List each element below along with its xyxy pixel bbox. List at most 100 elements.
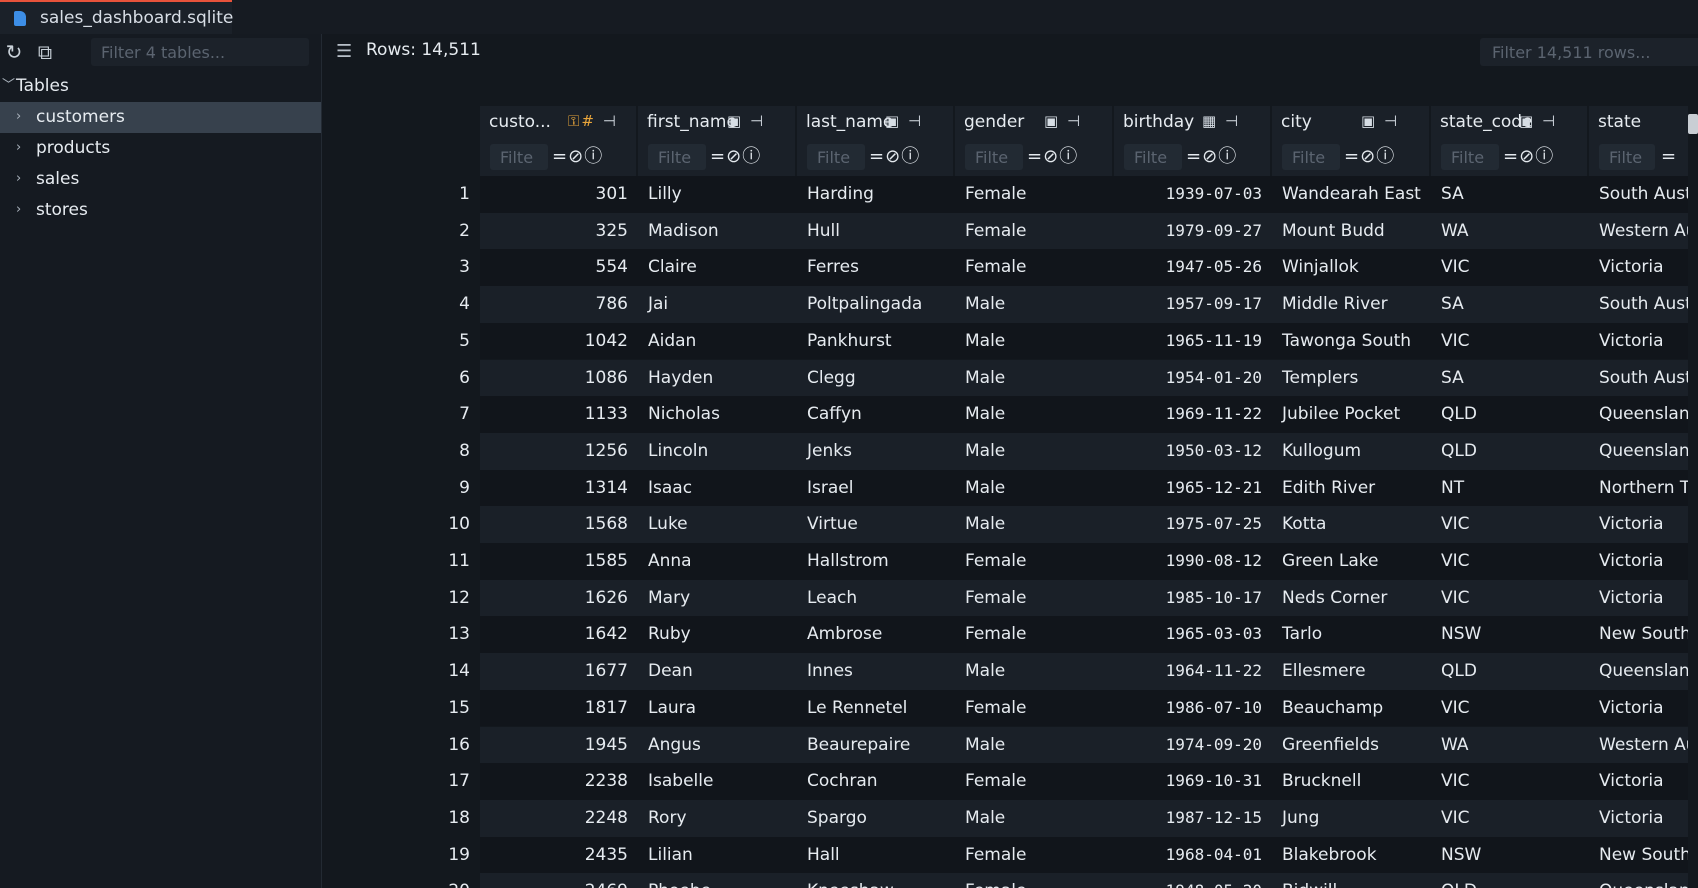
equals-filter-icon[interactable]: = <box>1027 146 1043 167</box>
cell-last_name[interactable]: Innes <box>797 653 955 690</box>
column-header-6[interactable]: state_code▣ ⊣=⊘ⓘ <box>1431 106 1589 176</box>
cell-state_code[interactable]: SA <box>1431 176 1589 213</box>
null-filter-icon[interactable]: ⊘ <box>726 146 742 167</box>
cell-custo[interactable]: 1042 <box>480 323 638 360</box>
cell-state_code[interactable]: QLD <box>1431 653 1589 690</box>
cell-gender[interactable]: Male <box>955 800 1114 837</box>
cell-state_code[interactable]: QLD <box>1431 396 1589 433</box>
table-row[interactable]: 16 1945 Angus Beaurepaire Male 1974-09-20 Gree… <box>322 726 1688 764</box>
cell-state_code[interactable]: VIC <box>1431 763 1589 800</box>
table-row[interactable]: 6 1086 Hayden Clegg Male 1954-01-20 Templers SA… <box>322 359 1688 397</box>
cell-state[interactable]: Queensland <box>1589 396 1688 433</box>
cell-city[interactable]: Wandearah East <box>1272 176 1431 213</box>
cell-custo[interactable]: 1626 <box>480 580 638 617</box>
table-row[interactable]: 17 2238 Isabelle Cochran Female 1969-10-31 Bru… <box>322 763 1688 800</box>
table-row[interactable]: 8 1256 Lincoln Jenks Male 1950-03-12 Kullogum Q… <box>322 432 1688 470</box>
cell-first_name[interactable]: Angus <box>638 727 797 764</box>
cell-city[interactable]: Blakebrook <box>1272 837 1431 874</box>
cell-state_code[interactable]: NT <box>1431 470 1589 507</box>
cell-state_code[interactable]: SA <box>1431 286 1589 323</box>
cell-birthday[interactable]: 1985-10-17 <box>1114 580 1272 617</box>
pin-icon[interactable]: ⊣ <box>1060 112 1082 130</box>
cell-state_code[interactable]: VIC <box>1431 690 1589 727</box>
equals-filter-icon[interactable]: = <box>1186 146 1202 167</box>
cell-gender[interactable]: Male <box>955 360 1114 397</box>
cell-state_code[interactable]: VIC <box>1431 580 1589 617</box>
cell-city[interactable]: Neds Corner <box>1272 580 1431 617</box>
cell-birthday[interactable]: 1986-07-10 <box>1114 690 1272 727</box>
cell-last_name[interactable]: Clegg <box>797 360 955 397</box>
column-header-4[interactable]: birthday ▦ ⊣ =⊘ⓘ <box>1114 106 1272 176</box>
cell-custo[interactable]: 1086 <box>480 360 638 397</box>
null-filter-icon[interactable]: ⊘ <box>885 146 901 167</box>
cell-birthday[interactable]: 1965-12-21 <box>1114 470 1272 507</box>
row-filter-input[interactable] <box>1480 38 1698 66</box>
null-filter-icon[interactable]: ⊘ <box>1519 146 1535 167</box>
cell-first_name[interactable]: Aidan <box>638 323 797 360</box>
cell-first_name[interactable]: Rory <box>638 800 797 837</box>
cell-first_name[interactable]: Mary <box>638 580 797 617</box>
cell-city[interactable]: Jubilee Pocket <box>1272 396 1431 433</box>
cell-state[interactable]: New South Wales <box>1589 616 1688 653</box>
cell-state_code[interactable]: VIC <box>1431 249 1589 286</box>
cell-custo[interactable]: 1568 <box>480 506 638 543</box>
cell-custo[interactable]: 2238 <box>480 763 638 800</box>
cell-gender[interactable]: Female <box>955 616 1114 653</box>
vertical-scrollbar[interactable] <box>1688 114 1698 134</box>
cell-state[interactable]: Victoria <box>1589 800 1688 837</box>
null-filter-icon[interactable]: ⊘ <box>1360 146 1376 167</box>
cell-state[interactable]: Victoria <box>1589 763 1688 800</box>
cell-state_code[interactable]: SA <box>1431 360 1589 397</box>
cell-city[interactable]: Kullogum <box>1272 433 1431 470</box>
cell-state_code[interactable]: VIC <box>1431 800 1589 837</box>
tables-group[interactable]: ﹀ Tables <box>0 72 321 100</box>
info-icon[interactable]: ⓘ <box>1059 146 1078 167</box>
column-header-5[interactable]: city ▣ ⊣ =⊘ⓘ <box>1272 106 1431 176</box>
cell-first_name[interactable]: Nicholas <box>638 396 797 433</box>
cell-gender[interactable]: Female <box>955 213 1114 250</box>
pin-icon[interactable]: ⊣ <box>1377 112 1399 130</box>
cell-gender[interactable]: Male <box>955 506 1114 543</box>
column-filter-input[interactable] <box>807 144 865 170</box>
null-filter-icon[interactable]: ⊘ <box>568 146 584 167</box>
info-icon[interactable]: ⓘ <box>584 146 603 167</box>
table-row[interactable]: 10 1568 Luke Virtue Male 1975-07-25 Kotta VIC Vi… <box>322 506 1688 543</box>
cell-state_code[interactable]: VIC <box>1431 506 1589 543</box>
pin-icon[interactable]: ⊣ <box>1218 112 1240 130</box>
pin-icon[interactable]: ⊣ <box>743 112 765 130</box>
cell-first_name[interactable]: Lincoln <box>638 433 797 470</box>
null-filter-icon[interactable]: ⊘ <box>1202 146 1218 167</box>
cell-city[interactable]: Green Lake <box>1272 543 1431 580</box>
cell-state[interactable]: Victoria <box>1589 580 1688 617</box>
cell-city[interactable]: Templers <box>1272 360 1431 397</box>
cell-city[interactable]: Greenfields <box>1272 727 1431 764</box>
cell-custo[interactable]: 1256 <box>480 433 638 470</box>
cell-custo[interactable]: 1817 <box>480 690 638 727</box>
equals-filter-icon[interactable]: = <box>710 146 726 167</box>
cell-state_code[interactable]: QLD <box>1431 433 1589 470</box>
cell-state[interactable]: Victoria <box>1589 543 1688 580</box>
sidebar-item-sales[interactable]: › sales <box>0 164 321 195</box>
cell-state[interactable]: Western Australia <box>1589 727 1688 764</box>
table-row[interactable]: 13 1642 Ruby Ambrose Female 1965-03-03 Tarlo NS… <box>322 616 1688 654</box>
cell-state_code[interactable]: QLD <box>1431 873 1589 888</box>
sidebar-item-customers[interactable]: › customers <box>0 102 321 133</box>
cell-state[interactable]: Queensland <box>1589 653 1688 690</box>
cell-first_name[interactable]: Isabelle <box>638 763 797 800</box>
cell-last_name[interactable]: Spargo <box>797 800 955 837</box>
cell-state[interactable]: Northern Territory <box>1589 470 1688 507</box>
cell-state_code[interactable]: WA <box>1431 213 1589 250</box>
cell-gender[interactable]: Female <box>955 690 1114 727</box>
cell-birthday[interactable]: 1950-03-12 <box>1114 433 1272 470</box>
cell-birthday[interactable]: 1974-09-20 <box>1114 727 1272 764</box>
cell-last_name[interactable]: Hallstrom <box>797 543 955 580</box>
cell-gender[interactable]: Female <box>955 580 1114 617</box>
cell-gender[interactable]: Female <box>955 763 1114 800</box>
cell-first_name[interactable]: Claire <box>638 249 797 286</box>
cell-gender[interactable]: Male <box>955 323 1114 360</box>
cell-custo[interactable]: 325 <box>480 213 638 250</box>
cell-last_name[interactable]: Harding <box>797 176 955 213</box>
cell-city[interactable]: Jung <box>1272 800 1431 837</box>
cell-custo[interactable]: 301 <box>480 176 638 213</box>
column-filter-input[interactable] <box>1124 144 1182 170</box>
